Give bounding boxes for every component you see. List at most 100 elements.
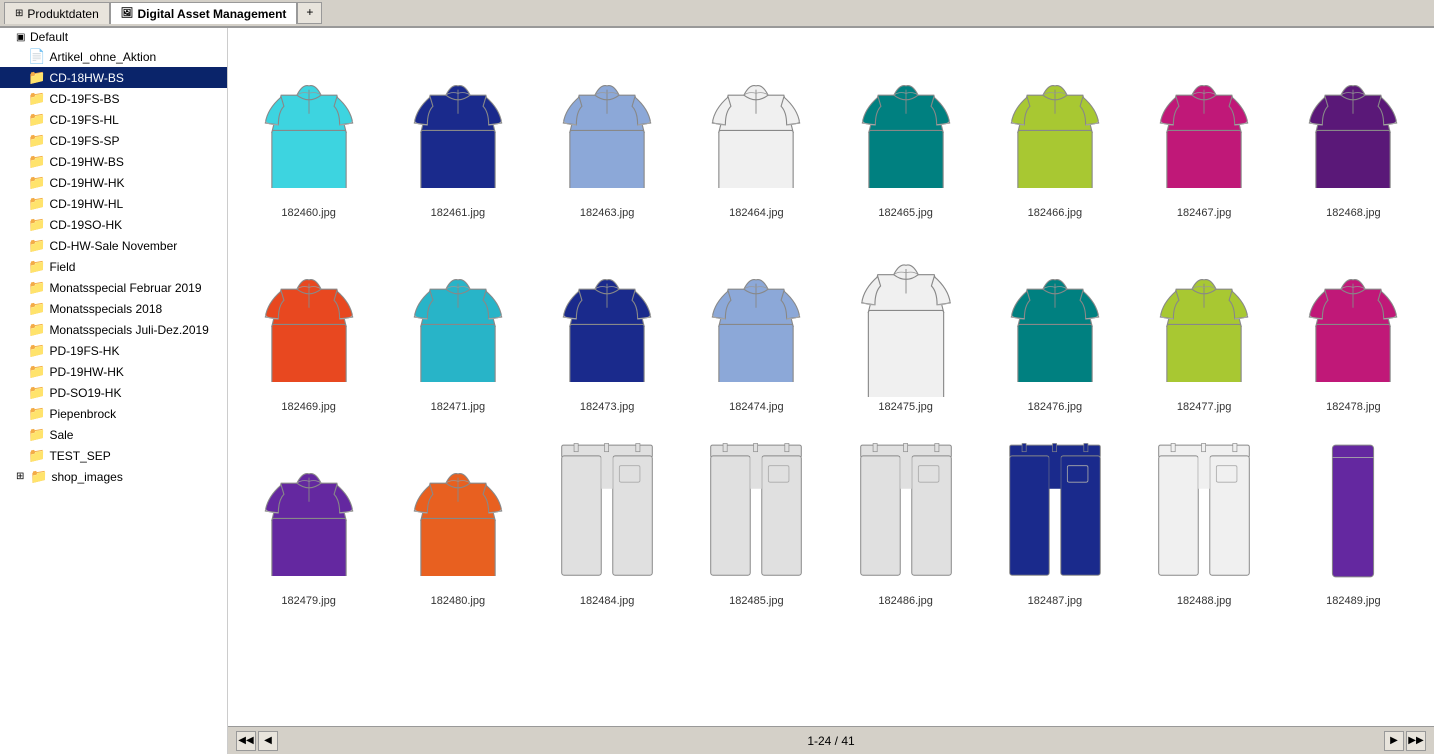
item-image [1139, 237, 1269, 397]
sidebar-item-cd19hw-hk[interactable]: 📁 CD-19HW-HK [0, 172, 227, 193]
item-filename: 182460.jpg [281, 207, 335, 219]
grid-item[interactable]: 182475.jpg [835, 232, 976, 418]
item-image [1288, 43, 1418, 203]
grid-item[interactable]: 182460.jpg [238, 38, 379, 224]
sidebar-item-monatsspecials-juli[interactable]: 📁 Monatsspecials Juli-Dez.2019 [0, 319, 227, 340]
grid-item[interactable]: 182485.jpg [686, 426, 827, 612]
tab-image-icon: 🖼 [121, 8, 134, 19]
sidebar-label: CD-HW-Sale November [49, 239, 177, 253]
folder-icon: 📁 [28, 342, 45, 359]
sidebar-label-shop-images: shop_images [51, 470, 122, 484]
grid-item[interactable]: 182489.jpg [1283, 426, 1424, 612]
folder-icon: 📁 [28, 363, 45, 380]
grid-item[interactable]: 182464.jpg [686, 38, 827, 224]
grid-item[interactable]: 182467.jpg [1134, 38, 1275, 224]
folder-icon: 📁 [28, 279, 45, 296]
item-filename: 182485.jpg [729, 595, 783, 607]
sidebar-label: Sale [49, 428, 73, 442]
sidebar-label: CD-19HW-HL [49, 197, 123, 211]
sidebar-item-pd19fs-hk[interactable]: 📁 PD-19FS-HK [0, 340, 227, 361]
sidebar-label: Piepenbrock [49, 407, 116, 421]
folder-icon: 📁 [28, 195, 45, 212]
sidebar-item-monatsspecial-feb[interactable]: 📁 Monatsspecial Februar 2019 [0, 277, 227, 298]
grid-item[interactable]: 182469.jpg [238, 232, 379, 418]
grid-item[interactable]: 182476.jpg [984, 232, 1125, 418]
tab-produktdaten[interactable]: ⊞ Produktdaten [4, 2, 110, 24]
sidebar-item-cd19fs-sp[interactable]: 📁 CD-19FS-SP [0, 130, 227, 151]
grid-item[interactable]: 182463.jpg [537, 38, 678, 224]
sidebar-label-artikel: Artikel_ohne_Aktion [49, 50, 156, 64]
item-image [1288, 237, 1418, 397]
sidebar-label: PD-19FS-HK [49, 344, 119, 358]
folder-icon: 📁 [28, 174, 45, 191]
sidebar-item-sale[interactable]: 📁 Sale [0, 424, 227, 445]
grid-item[interactable]: 182468.jpg [1283, 38, 1424, 224]
item-filename: 182478.jpg [1326, 401, 1380, 413]
grid-item[interactable]: 182461.jpg [387, 38, 528, 224]
sidebar-item-cd-hw-sale[interactable]: 📁 CD-HW-Sale November [0, 235, 227, 256]
nav-next-button[interactable]: ▶ [1384, 731, 1404, 751]
grid-item[interactable]: 182474.jpg [686, 232, 827, 418]
sidebar-item-cd19fs-bs[interactable]: 📁 CD-19FS-BS [0, 88, 227, 109]
item-image [393, 431, 523, 591]
item-filename: 182474.jpg [729, 401, 783, 413]
sidebar-label: CD-19HW-BS [49, 155, 123, 169]
item-image [542, 431, 672, 591]
grid-item[interactable]: 182466.jpg [984, 38, 1125, 224]
sidebar-item-field[interactable]: 📁 Field [0, 256, 227, 277]
sidebar-item-cd18hw-bs[interactable]: 📁 CD-18HW-BS [0, 67, 227, 88]
sidebar-item-pd19hw-hk[interactable]: 📁 PD-19HW-HK [0, 361, 227, 382]
folder-icon: 📁 [28, 447, 45, 464]
nav-first-button[interactable]: ◀◀ [236, 731, 256, 751]
grid-item[interactable]: 182488.jpg [1134, 426, 1275, 612]
pagination-nav-right: ▶ ▶▶ [1384, 731, 1426, 751]
item-filename: 182489.jpg [1326, 595, 1380, 607]
sidebar-item-test-sep[interactable]: 📁 TEST_SEP [0, 445, 227, 466]
sidebar-item-pd-so19-hk[interactable]: 📁 PD-SO19-HK [0, 382, 227, 403]
sidebar-item-cd19so-hk[interactable]: 📁 CD-19SO-HK [0, 214, 227, 235]
folder-icon: 📁 [28, 90, 45, 107]
grid-item[interactable]: 182465.jpg [835, 38, 976, 224]
sidebar-item-cd19hw-bs[interactable]: 📁 CD-19HW-BS [0, 151, 227, 172]
nav-prev-button[interactable]: ◀ [258, 731, 278, 751]
item-filename: 182469.jpg [281, 401, 335, 413]
item-image [542, 237, 672, 397]
sidebar-item-cd19hw-hl[interactable]: 📁 CD-19HW-HL [0, 193, 227, 214]
item-filename: 182476.jpg [1028, 401, 1082, 413]
item-image [841, 237, 971, 397]
tab-dam[interactable]: 🖼 Digital Asset Management [110, 2, 298, 24]
sidebar-root-label: Default [30, 30, 68, 44]
item-filename: 182465.jpg [878, 207, 932, 219]
grid-item[interactable]: 182484.jpg [537, 426, 678, 612]
grid-item[interactable]: 182473.jpg [537, 232, 678, 418]
pagination-nav-left: ◀◀ ◀ [236, 731, 278, 751]
sidebar-item-cd19fs-hl[interactable]: 📁 CD-19FS-HL [0, 109, 227, 130]
tab-add-button[interactable]: + [297, 2, 322, 24]
grid-item[interactable]: 182486.jpg [835, 426, 976, 612]
item-image [1139, 431, 1269, 591]
nav-last-button[interactable]: ▶▶ [1406, 731, 1426, 751]
sidebar-item-piepenbrock[interactable]: 📁 Piepenbrock [0, 403, 227, 424]
folder-icon: 📁 [28, 153, 45, 170]
grid-item[interactable]: 182477.jpg [1134, 232, 1275, 418]
sidebar-item-monatsspecials-2018[interactable]: 📁 Monatsspecials 2018 [0, 298, 227, 319]
grid-item[interactable]: 182471.jpg [387, 232, 528, 418]
sidebar-label: PD-19HW-HK [49, 365, 123, 379]
tab-bar: ⊞ Produktdaten 🖼 Digital Asset Managemen… [0, 0, 1434, 28]
grid-item[interactable]: 182487.jpg [984, 426, 1125, 612]
item-filename: 182471.jpg [431, 401, 485, 413]
folder-icon: 📁 [28, 384, 45, 401]
grid-item[interactable]: 182479.jpg [238, 426, 379, 612]
image-grid: 182460.jpg 182461.jpg [238, 38, 1424, 612]
root-expander[interactable]: ▣ [16, 32, 26, 43]
sidebar-label: Field [49, 260, 75, 274]
sidebar-item-artikel[interactable]: 📄 Artikel_ohne_Aktion [0, 46, 227, 67]
shop-images-expander[interactable]: ⊞ [16, 471, 26, 482]
sidebar-item-shop-images[interactable]: ⊞ 📁 shop_images [0, 466, 227, 487]
item-filename: 182467.jpg [1177, 207, 1231, 219]
grid-scroll[interactable]: 182460.jpg 182461.jpg [228, 28, 1434, 726]
sidebar-root[interactable]: ▣ Default [0, 28, 227, 46]
item-filename: 182466.jpg [1028, 207, 1082, 219]
grid-item[interactable]: 182480.jpg [387, 426, 528, 612]
grid-item[interactable]: 182478.jpg [1283, 232, 1424, 418]
